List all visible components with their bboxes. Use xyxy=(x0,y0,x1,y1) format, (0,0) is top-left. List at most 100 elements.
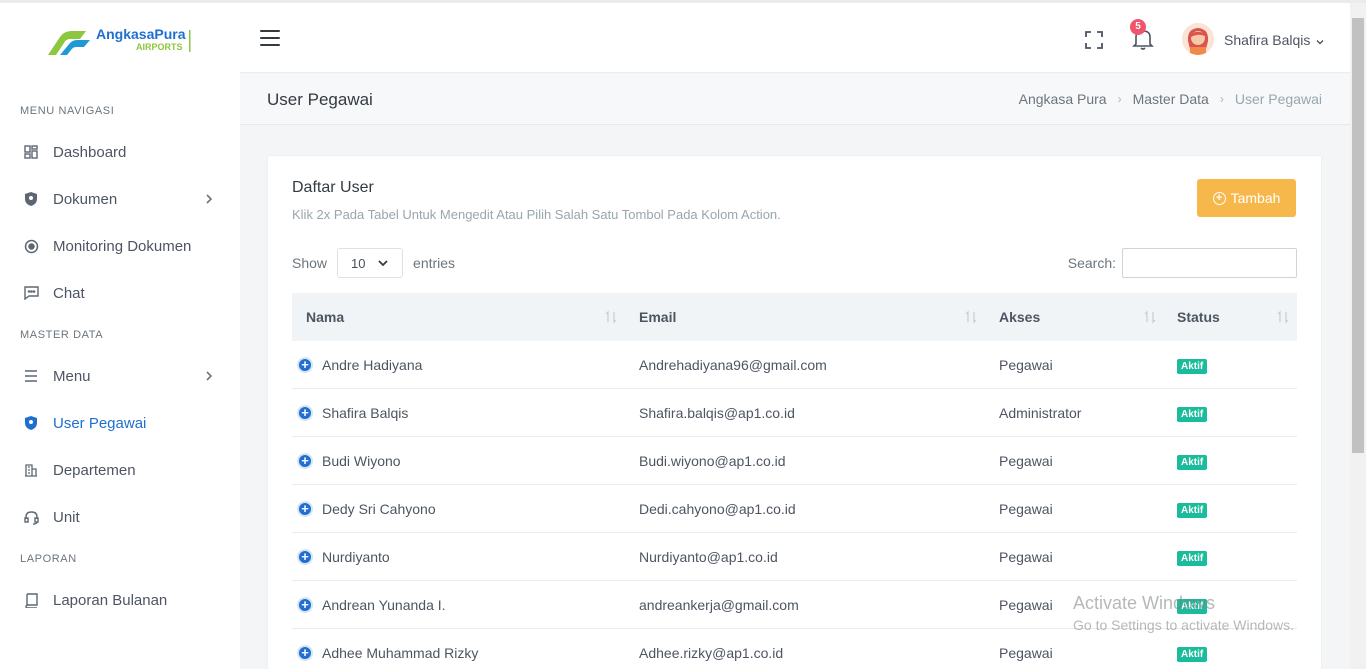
sort-icon[interactable] xyxy=(605,310,617,324)
user-name[interactable]: Shafira Balqis xyxy=(1224,32,1310,48)
avatar[interactable] xyxy=(1182,23,1214,55)
expand-row-icon[interactable]: + xyxy=(297,645,313,661)
sidebar-item-user-pegawai[interactable]: User Pegawai xyxy=(0,403,240,443)
table-row[interactable]: + Nurdiyanto Nurdiyanto@ap1.co.id Pegawa… xyxy=(292,533,1297,581)
expand-row-icon[interactable]: + xyxy=(297,549,313,565)
card-subtitle: Klik 2x Pada Tabel Untuk Mengedit Atau P… xyxy=(292,207,781,222)
cell-akses: Pegawai xyxy=(999,357,1053,373)
hamburger-menu-icon[interactable] xyxy=(260,30,280,46)
list-icon xyxy=(22,367,40,385)
search-input[interactable] xyxy=(1122,248,1297,278)
show-label: Show xyxy=(292,255,328,271)
breadcrumb: Angkasa Pura › Master Data › User Pegawa… xyxy=(1019,91,1322,107)
cell-email: Nurdiyanto@ap1.co.id xyxy=(639,549,778,565)
sidebar-item-menu[interactable]: Menu xyxy=(0,356,240,396)
page-scrollbar-thumb[interactable] xyxy=(1352,18,1364,453)
cell-nama: Adhee Muhammad Rizky xyxy=(322,645,479,661)
sidebar-item-unit[interactable]: Unit xyxy=(0,497,240,537)
chat-icon xyxy=(22,284,40,302)
breadcrumb-separator-icon: › xyxy=(1117,92,1122,106)
notification-count-badge: 5 xyxy=(1130,19,1146,35)
expand-row-icon[interactable]: + xyxy=(297,357,313,373)
column-header-akses[interactable]: Akses xyxy=(999,309,1040,325)
page-title: User Pegawai xyxy=(267,90,373,109)
column-header-email[interactable]: Email xyxy=(639,309,676,325)
cell-akses: Pegawai xyxy=(999,549,1053,565)
sidebar-item-dokumen[interactable]: Dokumen xyxy=(0,179,240,219)
card-title: Daftar User xyxy=(292,179,374,196)
breadcrumb-separator-icon: › xyxy=(1219,92,1224,106)
cell-akses: Pegawai xyxy=(999,501,1053,517)
chevron-right-icon xyxy=(202,192,216,206)
shield-icon xyxy=(22,414,40,432)
cell-nama: Andre Hadiyana xyxy=(322,357,423,373)
expand-row-icon[interactable]: + xyxy=(297,501,313,517)
cell-akses: Pegawai xyxy=(999,645,1053,661)
table-row[interactable]: + Dedy Sri Cahyono Dedi.cahyono@ap1.co.i… xyxy=(292,485,1297,533)
sidebar-item-label: User Pegawai xyxy=(53,414,147,432)
fullscreen-icon[interactable] xyxy=(1084,30,1104,50)
chevron-down-icon[interactable] xyxy=(1315,34,1325,45)
cell-email: Andrehadiyana96@gmail.com xyxy=(639,357,827,373)
sidebar-item-label: Menu xyxy=(53,367,91,385)
add-button-label: Tambah xyxy=(1230,190,1281,206)
shield-icon xyxy=(22,190,40,208)
cell-akses: Administrator xyxy=(999,405,1082,421)
cell-nama: Nurdiyanto xyxy=(322,549,390,565)
sort-icon[interactable] xyxy=(1277,310,1289,324)
expand-row-icon[interactable]: + xyxy=(297,453,313,469)
cell-email: Budi.wiyono@ap1.co.id xyxy=(639,453,786,469)
sidebar-item-label: Chat xyxy=(53,284,85,302)
sidebar-item-monitoring-dokumen[interactable]: Monitoring Dokumen xyxy=(0,226,240,266)
status-badge: Aktif xyxy=(1177,359,1208,374)
sidebar-item-label: Departemen xyxy=(53,461,136,479)
column-header-nama[interactable]: Nama xyxy=(306,309,344,325)
entries-label: entries xyxy=(413,255,456,271)
cell-email: Adhee.rizky@ap1.co.id xyxy=(639,645,784,661)
table-header: Nama Email Akses Status xyxy=(292,293,1297,341)
add-user-button[interactable]: + Tambah xyxy=(1197,179,1296,217)
sidebar-item-dashboard[interactable]: Dashboard xyxy=(0,132,240,172)
plus-circle-icon: + xyxy=(1212,191,1226,205)
table-row[interactable]: + Andre Hadiyana Andrehadiyana96@gmail.c… xyxy=(292,341,1297,389)
angkasa-pura-logo[interactable]: AngkasaPura AIRPORTS xyxy=(46,25,196,59)
table-row[interactable]: + Shafira Balqis Shafira.balqis@ap1.co.i… xyxy=(292,389,1297,437)
cell-nama: Dedy Sri Cahyono xyxy=(322,501,436,517)
top-header: 5 Shafira Balqis xyxy=(240,3,1350,73)
svg-text:AngkasaPura: AngkasaPura xyxy=(96,26,186,42)
status-badge: Aktif xyxy=(1177,551,1208,566)
status-badge: Aktif xyxy=(1177,407,1208,422)
table-search: Search: xyxy=(1068,248,1297,278)
activate-windows-subtitle: Go to Settings to activate Windows. xyxy=(1073,617,1294,633)
page-title-bar: User Pegawai Angkasa Pura › Master Data … xyxy=(240,74,1350,125)
sidebar-item-label: Monitoring Dokumen xyxy=(53,237,192,255)
cell-akses: Pegawai xyxy=(999,597,1053,613)
sidebar-item-laporan-bulanan[interactable]: Laporan Bulanan xyxy=(0,580,240,620)
chevron-right-icon xyxy=(202,369,216,383)
sidebar-item-label: Laporan Bulanan xyxy=(53,591,168,609)
entries-select[interactable]: 10 xyxy=(337,248,404,278)
breadcrumb-link-master-data[interactable]: Master Data xyxy=(1133,91,1209,107)
activate-windows-title: Activate Windows xyxy=(1073,593,1216,613)
target-icon xyxy=(22,237,40,255)
user-list-card: Daftar User Klik 2x Pada Tabel Untuk Men… xyxy=(267,155,1322,669)
expand-row-icon[interactable]: + xyxy=(297,597,313,613)
sort-icon[interactable] xyxy=(965,310,977,324)
building-icon xyxy=(22,461,40,479)
menu-section-report: LAPORAN xyxy=(20,553,77,565)
expand-row-icon[interactable]: + xyxy=(297,405,313,421)
status-badge: Aktif xyxy=(1177,647,1208,662)
table-row[interactable]: + Adhee Muhammad Rizky Adhee.rizky@ap1.c… xyxy=(292,629,1297,669)
dashboard-icon xyxy=(22,143,40,161)
sidebar-item-departemen[interactable]: Departemen xyxy=(0,450,240,490)
sort-icon[interactable] xyxy=(1144,310,1156,324)
cell-akses: Pegawai xyxy=(999,453,1053,469)
search-label: Search: xyxy=(1067,255,1116,271)
breadcrumb-link-angkasa-pura[interactable]: Angkasa Pura xyxy=(1019,91,1107,107)
breadcrumb-current: User Pegawai xyxy=(1234,91,1322,107)
cell-email: Shafira.balqis@ap1.co.id xyxy=(639,405,795,421)
column-header-status[interactable]: Status xyxy=(1177,309,1220,325)
table-row[interactable]: + Budi Wiyono Budi.wiyono@ap1.co.id Pega… xyxy=(292,437,1297,485)
sidebar-item-chat[interactable]: Chat xyxy=(0,273,240,313)
cell-email: Dedi.cahyono@ap1.co.id xyxy=(639,501,796,517)
